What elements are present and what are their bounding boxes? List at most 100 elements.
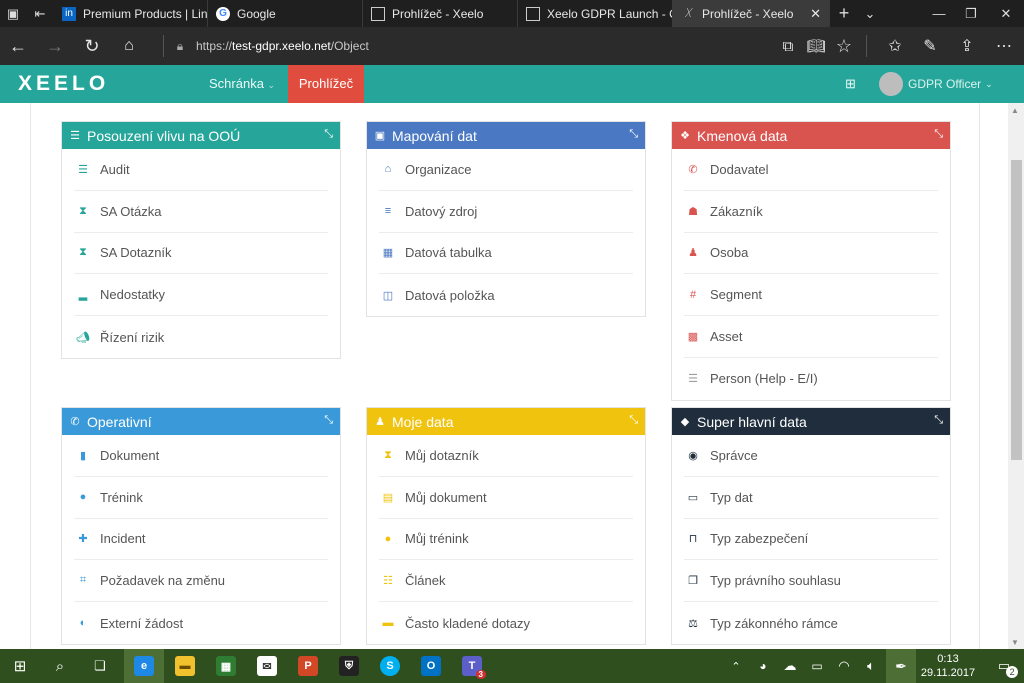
scroll-up-icon[interactable]: ▲ xyxy=(1011,106,1019,115)
list-item-label: Osoba xyxy=(710,245,749,261)
volume-icon: ◐ xyxy=(79,617,87,630)
back-icon[interactable]: ← xyxy=(0,27,36,65)
close-window-icon[interactable]: ✕ xyxy=(988,0,1024,27)
collapse-icon[interactable]: ⤡ xyxy=(324,128,333,141)
pen-icon[interactable]: ✒ xyxy=(886,649,916,683)
collapse-icon[interactable]: ⤡ xyxy=(934,128,943,141)
expand-icon[interactable]: ⊞ xyxy=(845,65,856,103)
home-icon[interactable]: ⌂ xyxy=(111,27,147,65)
list-item[interactable]: ⚖ Typ zákonného rámce xyxy=(684,602,938,644)
xeelo-logo[interactable]: XEELO xyxy=(18,72,109,96)
list-item[interactable]: ▤ Můj dokument xyxy=(379,477,633,519)
minimize-icon[interactable]: — xyxy=(924,0,954,27)
search-icon[interactable]: ⌕ xyxy=(40,649,80,683)
defender-icon[interactable]: ⛨ xyxy=(329,649,369,683)
edge-icon[interactable]: e xyxy=(124,649,164,683)
collapse-icon[interactable]: ⤡ xyxy=(629,128,638,141)
wifi-icon[interactable]: ◠ xyxy=(830,649,858,683)
clock-date: 29.11.2017 xyxy=(920,667,976,679)
share-icon[interactable]: ⇪ xyxy=(949,27,985,65)
scrollbar-thumb[interactable] xyxy=(1011,160,1022,460)
list-item[interactable]: # Segment xyxy=(684,274,938,317)
list-item[interactable]: ⌗ Požadavek na změnu xyxy=(74,560,328,603)
xeelo-icon: ᚷ xyxy=(685,7,691,19)
list-item[interactable]: ☰ Person (Help - E/I) xyxy=(684,358,938,400)
favorites-hub-icon[interactable]: ✩ xyxy=(877,27,913,65)
collapse-icon[interactable]: ⤡ xyxy=(629,414,638,427)
refresh-icon[interactable]: ↻ xyxy=(74,27,110,65)
panel: ♟ Moje data ⤡ ⧗ Můj dotazník ▤ Můj dokument ● Mů… xyxy=(366,407,646,645)
list-item[interactable]: ◫ Datová položka xyxy=(379,274,633,316)
list-item[interactable]: ✆ Dodavatel xyxy=(684,149,938,191)
scroll-down-icon[interactable]: ▼ xyxy=(1011,638,1019,647)
list-item[interactable]: ▂ Nedostatky xyxy=(74,274,328,317)
store-icon[interactable]: ▦ xyxy=(206,649,246,683)
clock[interactable]: 0:13 29.11.2017 xyxy=(916,652,980,680)
app-header: XEELO Schránka ⌄ Prohlížeč ⊞ GDPR Office… xyxy=(0,65,1024,109)
list-item[interactable]: ❐ Typ právního souhlasu xyxy=(684,560,938,603)
tab-xeelo-active[interactable]: ᚷ Prohlížeč - Xeelo ✕ xyxy=(673,0,830,27)
list-item[interactable]: ♟ Osoba xyxy=(684,233,938,275)
list-item[interactable]: ▬ Často kladené dotazy xyxy=(379,602,633,644)
powerpoint-icon[interactable]: P xyxy=(288,649,328,683)
more-icon[interactable]: ⋯ xyxy=(986,27,1022,65)
list-item[interactable]: ▮ Dokument xyxy=(74,435,328,477)
action-center-icon[interactable]: ▭ 2 xyxy=(984,649,1024,683)
collapse-icon[interactable]: ⤡ xyxy=(934,414,943,427)
list-item[interactable]: ☷ Článek xyxy=(379,560,633,603)
tab-list-icon[interactable]: ▣ xyxy=(0,0,26,27)
new-tab-icon[interactable]: + xyxy=(832,0,856,27)
start-windows-icon[interactable]: ⊞ xyxy=(0,649,40,683)
tab-linkedin[interactable]: in Premium Products | Linke xyxy=(54,0,208,27)
list-item[interactable]: ◐ Externí žádost xyxy=(74,602,328,644)
user-icon: ♟ xyxy=(688,247,698,260)
list-item[interactable]: ✚ Incident xyxy=(74,519,328,561)
user-menu[interactable]: GDPR Officer ⌄ xyxy=(879,72,993,96)
tab-title: Prohlížeč - Xeelo xyxy=(392,6,484,21)
network-icon[interactable]: ◕ xyxy=(750,649,776,683)
list-item[interactable]: ☗ Zákazník xyxy=(684,191,938,233)
file-explorer-icon[interactable]: ▬ xyxy=(165,649,205,683)
collapse-icon[interactable]: ⤡ xyxy=(324,414,333,427)
outlook-icon[interactable]: O xyxy=(411,649,451,683)
list-item[interactable]: ⧗ SA Dotazník xyxy=(74,233,328,275)
list-item[interactable]: ≡ Datový zdroj xyxy=(379,191,633,233)
list-item[interactable]: ▦ Datová tabulka xyxy=(379,233,633,275)
list-item[interactable]: ◉ Správce xyxy=(684,435,938,477)
list-item[interactable]: ⧗ SA Otázka xyxy=(74,191,328,233)
list-item[interactable]: ▭ Typ dat xyxy=(684,477,938,519)
battery-icon[interactable]: ▭ xyxy=(804,649,830,683)
forward-icon[interactable]: → xyxy=(37,27,73,65)
tab-xeelo-browser[interactable]: Prohlížeč - Xeelo xyxy=(363,0,518,27)
onedrive-icon[interactable]: ☁ xyxy=(776,649,804,683)
set-aside-icon[interactable]: ⇤ xyxy=(26,0,54,27)
close-tab-icon[interactable]: ✕ xyxy=(810,6,821,22)
tab-google[interactable]: G Google xyxy=(208,0,363,27)
tab-title: Premium Products | Linke xyxy=(83,6,208,21)
hashtag-icon: # xyxy=(689,288,697,301)
task-view-icon[interactable]: ❏ xyxy=(80,649,120,683)
restore-icon[interactable]: ❐ xyxy=(956,0,986,27)
volume-icon[interactable]: 🔈︎ xyxy=(858,649,884,683)
chevron-up-icon[interactable]: ⌃ xyxy=(722,649,750,683)
list-item[interactable]: ⊓ Typ zabezpečení xyxy=(684,519,938,561)
panel-header: ♟ Moje data ⤡ xyxy=(367,408,645,435)
list-item[interactable]: 📣︎ Řízení rizik xyxy=(74,316,328,358)
mail-icon[interactable]: ✉ xyxy=(247,649,287,683)
tab-preview-chevron-icon[interactable]: ⌄ xyxy=(858,0,882,27)
nav-browser[interactable]: Prohlížeč xyxy=(288,65,364,103)
list-item[interactable]: ▩ Asset xyxy=(684,316,938,358)
favorite-star-icon[interactable]: ☆ xyxy=(826,27,862,65)
skype-icon[interactable]: S xyxy=(370,649,410,683)
url-field[interactable]: https://test-gdpr.xeelo.net/Object xyxy=(196,39,369,53)
list-item[interactable]: ☰ Audit xyxy=(74,149,328,191)
list-item-label: Můj dotazník xyxy=(405,447,479,463)
teams-icon[interactable]: T3 xyxy=(452,649,492,683)
list-item[interactable]: ● Trénink xyxy=(74,477,328,519)
list-item[interactable]: ⌂ Organizace xyxy=(379,149,633,191)
list-item[interactable]: ⧗ Můj dotazník xyxy=(379,435,633,477)
nav-clipboard[interactable]: Schránka ⌄ xyxy=(209,65,275,103)
tab-xeelo-launch[interactable]: Xeelo GDPR Launch - Or xyxy=(518,0,673,27)
web-note-icon[interactable]: ✎ xyxy=(912,27,948,65)
list-item[interactable]: ● Můj trénink xyxy=(379,519,633,561)
